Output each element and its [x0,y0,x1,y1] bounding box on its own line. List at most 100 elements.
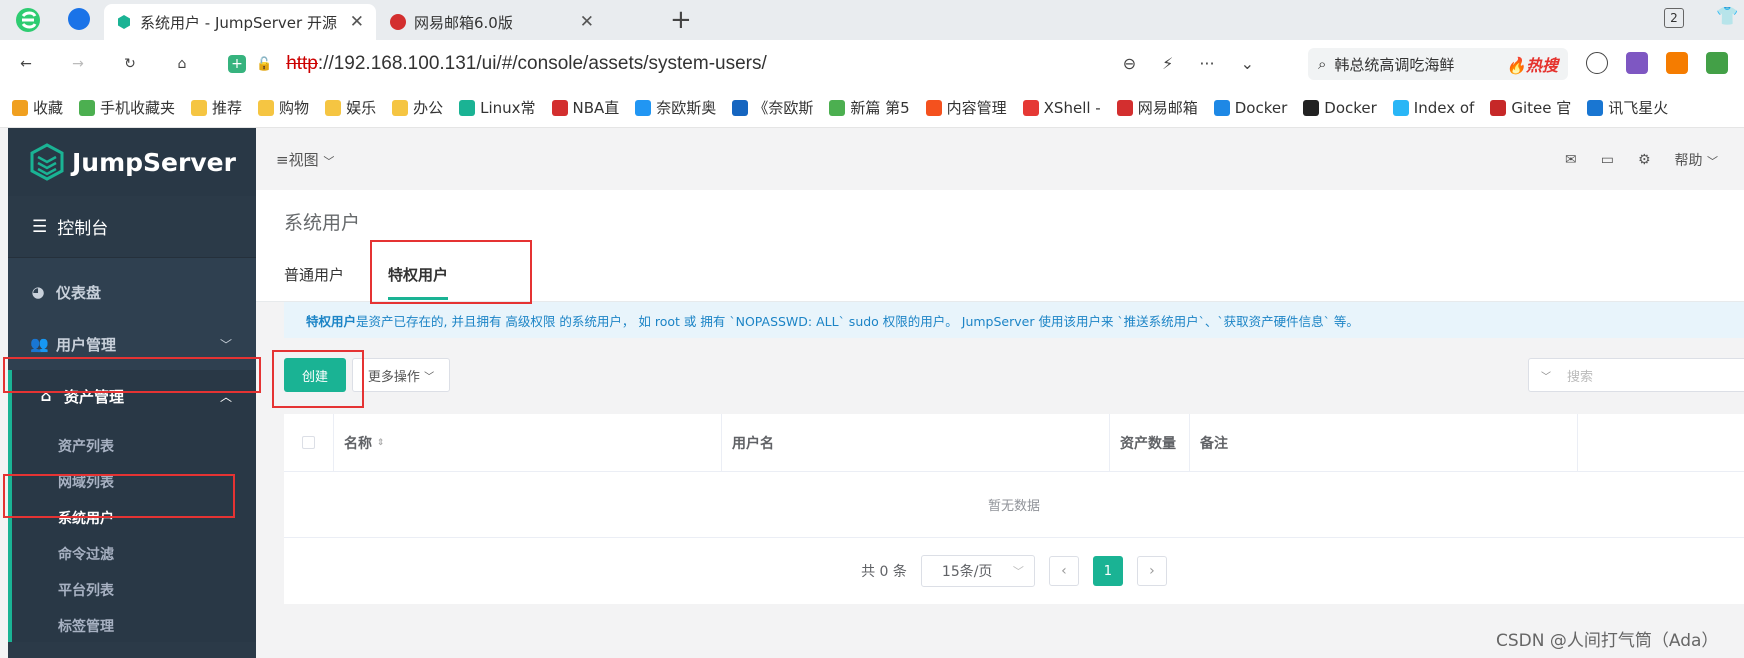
select-all-cell [284,414,334,471]
bookmark-item[interactable]: 娱乐 [325,97,376,118]
highlight-box-system-users [3,474,235,518]
info-text: 是资产已存在的, 并且拥有 高级权限 的系统用户， 如 root 或 拥有 `N… [356,313,1359,329]
home-icon[interactable]: ⌂ [170,52,194,76]
bookmark-item[interactable]: 收藏 [12,97,63,118]
bookmark-item[interactable]: XShell - [1022,98,1101,117]
bookmark-item[interactable]: NBA直 [551,97,619,118]
bookmark-label: 《奈欧斯 [753,99,814,117]
bookmark-icon [1022,99,1039,116]
book-icon[interactable] [1706,52,1728,74]
bookmark-icon [1587,99,1604,116]
bookmark-item[interactable]: Docker [1303,99,1377,117]
more-icon[interactable]: ··· [1199,54,1214,73]
view-menu[interactable]: ≡视图 ﹀ [276,149,334,170]
gear-icon[interactable]: ⚙ [1638,152,1651,168]
skin-icon[interactable]: 👕 [1716,6,1738,27]
total-count: 共 0 条 [861,564,907,580]
shield-icon[interactable]: + [228,55,246,73]
bookmark-item[interactable]: 《奈欧斯 [732,97,813,118]
submenu-command-filter[interactable]: 命令过滤 [12,536,256,572]
url-field[interactable]: + 🔓 http://192.168.100.131/ui/#/console/… [218,48,1278,80]
tab-title: 网易邮箱6.0版 [414,13,513,32]
bookmark-item[interactable]: 网易邮箱 [1116,97,1198,118]
terminal-icon[interactable]: ▭ [1601,152,1614,168]
chevron-down-icon[interactable]: ⌄ [1241,54,1254,73]
bookmark-label: Index of [1413,98,1475,117]
forward-icon[interactable]: → [66,52,90,76]
scissors-icon[interactable] [1586,52,1608,74]
insecure-lock-icon[interactable]: 🔓 [256,57,272,72]
close-icon[interactable]: ✕ [350,12,364,32]
translate-icon[interactable] [1626,52,1648,74]
game-icon[interactable] [1666,52,1688,74]
hot-search-badge[interactable]: 🔥热搜 [1506,52,1558,76]
submenu-label-management[interactable]: 标签管理 [12,608,256,644]
prev-page-button[interactable]: ‹ [1048,556,1079,586]
help-menu[interactable]: 帮助 ﹀ [1675,150,1718,170]
table-header: 名称 ⇕ 用户名 资产数量 备注 [284,414,1744,472]
bookmark-item[interactable]: 办公 [392,97,443,118]
bookmark-label: XShell - [1043,98,1101,117]
menu-dashboard[interactable]: ◕ 仪表盘 [8,266,256,318]
bookmark-icon [1213,99,1230,116]
sidebar-next-menu[interactable] [8,642,256,658]
sort-icon[interactable]: ⇕ [377,438,385,448]
tab-count-badge[interactable]: 2 [1664,8,1684,28]
table-toolbar: 创建 更多操作 ﹀ ﹀ 搜索 [284,338,1744,414]
reload-icon[interactable]: ↻ [118,52,142,76]
bookmark-label: 办公 [413,99,444,117]
main-content: ≡视图 ﹀ ✉ ▭ ⚙ 帮助 ﹀ 系统用户 普通用户 特权用户 特权用户 是资产… [256,128,1744,658]
search-input[interactable]: ﹀ 搜索 [1528,358,1744,392]
back-icon[interactable]: ← [14,52,38,76]
page-number[interactable]: 1 [1092,556,1123,586]
bookmark-icon [392,99,409,116]
next-page-button[interactable]: › [1136,556,1167,586]
submenu-asset-list[interactable]: 资产列表 [12,428,256,464]
select-all-checkbox[interactable] [302,436,315,449]
bookmark-icon [829,99,846,116]
submenu-platform-list[interactable]: 平台列表 [12,572,256,608]
chevron-down-icon[interactable]: ﹀ [1541,368,1551,383]
bookmark-item[interactable]: Gitee 官 [1490,97,1571,118]
more-actions-button[interactable]: 更多操作 ﹀ [352,358,450,392]
highlight-box-privileged-tab [370,240,532,304]
lightning-icon[interactable]: ⚡ [1162,54,1173,73]
column-name[interactable]: 名称 ⇕ [334,414,722,471]
navigation-icon[interactable] [68,8,90,30]
chevron-down-icon: ﹀ [424,371,435,383]
console-switch[interactable]: ☰ 控制台 [8,196,256,258]
info-bold: 特权用户 [306,313,357,329]
bookmark-item[interactable]: Index of [1392,98,1475,117]
tab-system-users[interactable]: 系统用户 - JumpServer 开源 ✕ [104,4,376,40]
bookmark-icon [551,99,568,116]
column-username: 用户名 [722,414,1110,471]
browser-logo-icon[interactable] [14,6,42,34]
bookmark-item[interactable]: Docker [1213,99,1287,117]
bookmark-item[interactable]: 奈欧斯奥 [635,97,716,118]
bookmark-label: Gitee 官 [1511,99,1572,117]
sliders-icon: ☰ [32,216,48,237]
bookmark-item[interactable]: 推荐 [191,97,242,118]
mail-icon[interactable]: ✉ [1565,152,1577,168]
jumpserver-logo-icon [30,143,64,181]
tab-normal-users[interactable]: 普通用户 [284,248,344,300]
url-text[interactable]: http://192.168.100.131/ui/#/console/asse… [286,53,767,75]
page-size-select[interactable]: 15条/页 ﹀ [920,555,1035,587]
data-table: 名称 ⇕ 用户名 资产数量 备注 暂无数据 共 0 条 15条/页 ﹀ ‹ 1 › [284,414,1744,604]
bookmark-icon [925,99,942,116]
browser-search-box[interactable]: ⌕ 韩总统高调吃海鲜 🔥热搜 [1308,48,1568,80]
brand[interactable]: JumpServer [8,128,256,196]
close-icon[interactable]: ✕ [580,12,594,32]
bookmark-item[interactable]: 手机收藏夹 [79,97,175,118]
highlight-box-create [272,350,364,408]
bookmark-item[interactable]: 购物 [258,97,309,118]
zoom-icon[interactable]: ⊖ [1123,54,1136,73]
new-tab-button[interactable]: + [670,6,692,34]
tab-netease-mail[interactable]: 网易邮箱6.0版 ✕ [378,4,606,40]
bookmark-item[interactable]: 讯飞星火 [1587,97,1668,118]
bookmark-label: 内容管理 [946,99,1007,117]
bookmark-label: 奈欧斯奥 [656,99,717,117]
bookmark-item[interactable]: 新篇 第5 [829,97,910,118]
bookmark-item[interactable]: Linux常 [459,97,536,118]
bookmark-item[interactable]: 内容管理 [925,97,1007,118]
